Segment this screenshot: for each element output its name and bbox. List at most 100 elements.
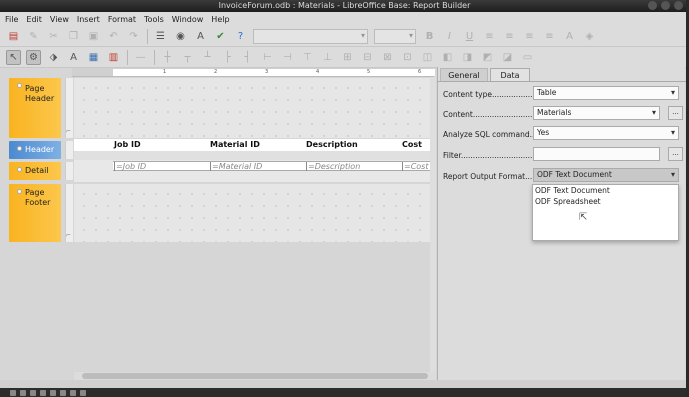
align-icon-14[interactable]: ◫ bbox=[420, 50, 435, 65]
detail-job-id[interactable]: =Job ID bbox=[114, 162, 210, 171]
undo-icon[interactable]: ↶ bbox=[106, 29, 121, 44]
filter-browse-button[interactable]: ... bbox=[668, 147, 683, 161]
align-icon-15[interactable]: ◧ bbox=[440, 50, 455, 65]
menu-help[interactable]: Help bbox=[211, 15, 229, 24]
taskbar-app-icon[interactable] bbox=[10, 389, 16, 396]
paste-icon[interactable]: ▣ bbox=[86, 29, 101, 44]
taskbar-app-icon[interactable] bbox=[50, 389, 56, 396]
add-field-icon[interactable]: ◉ bbox=[173, 29, 188, 44]
section-header[interactable]: Header bbox=[9, 141, 61, 159]
background-color-icon[interactable]: ◈ bbox=[582, 29, 597, 44]
header-material-id[interactable]: Material ID bbox=[210, 140, 260, 149]
mouse-cursor-icon: ⇱ bbox=[579, 212, 588, 223]
horizontal-line-icon[interactable]: — bbox=[133, 50, 148, 65]
taskbar-app-icon[interactable] bbox=[70, 389, 76, 396]
vertical-scrollbar[interactable] bbox=[430, 77, 436, 372]
header-job-id[interactable]: Job ID bbox=[114, 140, 141, 149]
maximize-button[interactable] bbox=[661, 1, 670, 10]
page-footer-canvas[interactable] bbox=[74, 184, 436, 242]
taskbar-app-icon[interactable] bbox=[30, 389, 36, 396]
dropdown-option-odf-spreadsheet[interactable]: ODF Spreadsheet bbox=[533, 196, 678, 207]
detail-description[interactable]: =Description bbox=[306, 162, 402, 171]
header-description[interactable]: Description bbox=[306, 140, 358, 149]
copy-icon[interactable]: ❐ bbox=[66, 29, 81, 44]
redo-icon[interactable]: ↷ bbox=[126, 29, 141, 44]
scrollbar-thumb[interactable] bbox=[82, 373, 428, 379]
menu-tools[interactable]: Tools bbox=[144, 15, 164, 24]
text-field-icon[interactable]: A bbox=[66, 50, 81, 65]
edit-icon[interactable]: ✎ bbox=[26, 29, 41, 44]
align-left-icon[interactable]: ≡ bbox=[482, 29, 497, 44]
taskbar-app-icon[interactable] bbox=[80, 389, 86, 396]
menu-view[interactable]: View bbox=[50, 15, 69, 24]
italic-icon[interactable]: I bbox=[442, 29, 457, 44]
title-bar: InvoiceForum.odb : Materials - LibreOffi… bbox=[0, 0, 689, 12]
align-icon-12[interactable]: ⊠ bbox=[380, 50, 395, 65]
align-icon-16[interactable]: ◨ bbox=[460, 50, 475, 65]
align-icon-10[interactable]: ⊞ bbox=[340, 50, 355, 65]
content-browse-button[interactable]: ... bbox=[668, 106, 683, 120]
menu-edit[interactable]: Edit bbox=[26, 15, 42, 24]
minimize-button[interactable] bbox=[648, 1, 657, 10]
header-cost[interactable]: Cost bbox=[402, 140, 422, 149]
label-icon[interactable]: ⬗ bbox=[46, 50, 61, 65]
font-color-icon[interactable]: A bbox=[562, 29, 577, 44]
align-icon-9[interactable]: ⊥ bbox=[320, 50, 335, 65]
align-icon-18[interactable]: ◪ bbox=[500, 50, 515, 65]
menu-file[interactable]: File bbox=[5, 15, 18, 24]
align-icon-5[interactable]: ┤ bbox=[240, 50, 255, 65]
image-icon[interactable]: ▦ bbox=[86, 50, 101, 65]
sorting-grouping-icon[interactable]: ☰ bbox=[153, 29, 168, 44]
execute-report-icon[interactable]: ✔ bbox=[213, 29, 228, 44]
content-select[interactable]: Materials bbox=[533, 106, 660, 120]
align-icon-3[interactable]: ┴ bbox=[200, 50, 215, 65]
page-header-canvas[interactable] bbox=[74, 78, 436, 138]
section-page-header[interactable]: Page Header bbox=[9, 78, 61, 138]
bold-icon[interactable]: B bbox=[422, 29, 437, 44]
tab-data[interactable]: Data bbox=[490, 68, 530, 81]
section-detail[interactable]: Detail bbox=[9, 162, 61, 180]
underline-icon[interactable]: U bbox=[462, 29, 477, 44]
collapse-icon[interactable]: ⌐ bbox=[66, 232, 71, 239]
align-icon-4[interactable]: ├ bbox=[220, 50, 235, 65]
collapse-icon[interactable]: ⌐ bbox=[66, 128, 71, 135]
select-pointer-icon[interactable]: ↖ bbox=[6, 49, 21, 65]
filter-input[interactable] bbox=[533, 147, 660, 161]
align-icon-6[interactable]: ⊢ bbox=[260, 50, 275, 65]
section-page-footer[interactable]: Page Footer bbox=[9, 184, 61, 242]
analyze-sql-select[interactable]: Yes bbox=[533, 126, 679, 140]
detail-material-id[interactable]: =Material ID bbox=[210, 162, 306, 171]
taskbar-app-icon[interactable] bbox=[20, 389, 26, 396]
align-right-icon[interactable]: ≡ bbox=[522, 29, 537, 44]
report-controls-icon[interactable]: ⚙ bbox=[26, 49, 41, 65]
toolbar-separator bbox=[154, 49, 155, 65]
spellcheck-icon[interactable]: A bbox=[193, 29, 208, 44]
justify-icon[interactable]: ≡ bbox=[542, 29, 557, 44]
taskbar-app-icon[interactable] bbox=[40, 389, 46, 396]
close-button[interactable] bbox=[674, 1, 683, 10]
menu-insert[interactable]: Insert bbox=[77, 15, 100, 24]
align-icon-8[interactable]: ⊤ bbox=[300, 50, 315, 65]
align-icon-2[interactable]: ┬ bbox=[180, 50, 195, 65]
dropdown-option-odf-text[interactable]: ODF Text Document bbox=[533, 185, 678, 196]
taskbar-app-icon[interactable] bbox=[60, 389, 66, 396]
help-icon[interactable]: ? bbox=[233, 29, 248, 44]
horizontal-scrollbar[interactable] bbox=[74, 372, 436, 380]
output-format-select[interactable]: ODF Text Document bbox=[533, 168, 679, 182]
align-icon-11[interactable]: ⊟ bbox=[360, 50, 375, 65]
content-type-select[interactable]: Table bbox=[533, 86, 679, 100]
align-icon-19[interactable]: ▭ bbox=[520, 50, 535, 65]
align-icon-7[interactable]: ⊣ bbox=[280, 50, 295, 65]
align-icon-13[interactable]: ⊡ bbox=[400, 50, 415, 65]
tab-general[interactable]: General bbox=[440, 68, 488, 81]
align-center-icon[interactable]: ≡ bbox=[502, 29, 517, 44]
menu-window[interactable]: Window bbox=[172, 15, 204, 24]
font-name-combo[interactable] bbox=[253, 28, 368, 44]
cut-icon[interactable]: ✂ bbox=[46, 29, 61, 44]
align-icon-1[interactable]: ┼ bbox=[160, 50, 175, 65]
align-icon-17[interactable]: ◩ bbox=[480, 50, 495, 65]
font-size-combo[interactable] bbox=[374, 28, 416, 44]
chart-icon[interactable]: ▥ bbox=[106, 50, 121, 65]
menu-format[interactable]: Format bbox=[108, 15, 136, 24]
new-document-icon[interactable]: ▤ bbox=[6, 29, 21, 44]
